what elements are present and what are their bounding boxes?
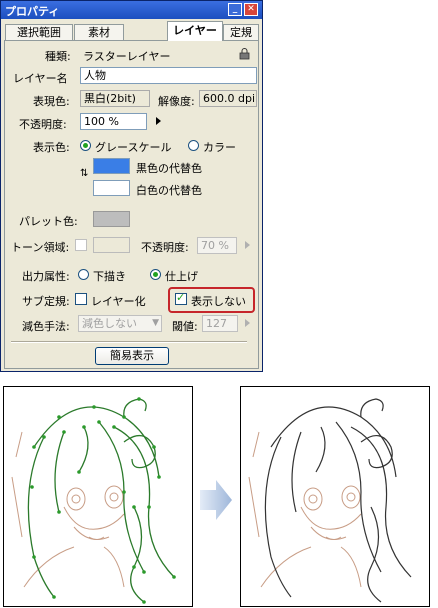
black-substitute-swatch[interactable] <box>93 158 130 174</box>
threshold-label: 閾値: <box>172 320 198 333</box>
output-attribute-label: 出力属性: <box>22 270 70 283</box>
finish-label: 仕上げ <box>165 270 198 283</box>
divider <box>11 341 247 343</box>
expression-color-value: 黒白(2bit) <box>80 90 150 107</box>
grayscale-radio[interactable] <box>80 140 91 151</box>
minimize-button[interactable]: _ <box>228 3 242 16</box>
expression-color-label: 表現色: <box>33 95 70 108</box>
type-label: 種類: <box>45 50 71 63</box>
chevron-down-icon: ▼ <box>152 318 159 328</box>
grayscale-label: グレースケール <box>95 141 172 154</box>
resolution-value: 600.0 dpi <box>199 90 257 107</box>
draft-label: 下描き <box>93 270 126 283</box>
reduce-method-label: 減色手法: <box>22 320 70 333</box>
swap-colors-icon[interactable]: ⇅ <box>80 169 88 179</box>
black-substitute-label: 黒色の代替色 <box>136 162 202 175</box>
threshold-input[interactable]: 127 <box>202 315 238 332</box>
tone-area-label: トーン領域: <box>11 241 70 254</box>
reduce-method-select[interactable]: 減色しない ▼ <box>78 315 162 332</box>
display-color-label: 表示色: <box>33 141 70 154</box>
white-substitute-swatch[interactable] <box>93 180 130 196</box>
properties-panel: プロパティ _ ✕ 選択範囲 素材 レイヤー 定規 種類: ラスターレイヤー レ… <box>0 0 263 372</box>
layerize-checkbox[interactable] <box>75 293 87 305</box>
color-label: カラー <box>203 141 236 154</box>
tab-selection[interactable]: 選択範囲 <box>5 24 73 40</box>
finish-radio[interactable] <box>150 269 161 280</box>
title-bar[interactable]: プロパティ _ ✕ <box>1 1 262 19</box>
resolution-label: 解像度: <box>158 95 195 108</box>
tab-material[interactable]: 素材 <box>74 24 124 40</box>
color-radio[interactable] <box>188 140 199 151</box>
window-title: プロパティ <box>5 5 60 18</box>
type-value: ラスターレイヤー <box>83 50 171 63</box>
tone-area-checkbox[interactable] <box>75 239 87 251</box>
simple-view-button[interactable]: 簡易表示 <box>95 347 169 365</box>
clean-line-artwork <box>248 398 412 603</box>
reduce-method-value: 減色しない <box>82 317 137 330</box>
draft-radio[interactable] <box>78 269 89 280</box>
threshold-arrow-icon[interactable] <box>245 319 250 327</box>
layer-name-input[interactable]: 人物 <box>80 67 257 84</box>
sub-ruler-label: サブ定規: <box>22 295 70 308</box>
layer-name-label: レイヤー名 <box>13 72 68 85</box>
highlight-frame <box>168 287 255 313</box>
right-arrow-icon <box>200 480 232 520</box>
white-substitute-label: 白色の代替色 <box>136 184 202 197</box>
vector-line-illustration <box>3 386 193 607</box>
vector-line-artwork <box>11 397 176 604</box>
tone-opacity-input[interactable]: 70 % <box>197 237 237 254</box>
tab-ruler[interactable]: 定規 <box>223 24 259 40</box>
tone-opacity-label: 不透明度: <box>141 241 189 254</box>
opacity-slider-arrow-icon[interactable] <box>156 117 161 125</box>
lock-icon[interactable] <box>239 48 251 60</box>
layerize-label: レイヤー化 <box>91 295 146 308</box>
opacity-input[interactable]: 100 % <box>80 113 147 130</box>
tone-area-swatch[interactable] <box>93 237 130 253</box>
tone-opacity-arrow-icon[interactable] <box>245 241 250 249</box>
clean-line-illustration <box>240 386 430 607</box>
tab-layer[interactable]: レイヤー <box>167 21 223 41</box>
close-button[interactable]: ✕ <box>244 3 258 16</box>
palette-color-label: パレット色: <box>19 215 78 228</box>
palette-color-swatch[interactable] <box>93 211 130 227</box>
opacity-label: 不透明度: <box>19 118 67 131</box>
